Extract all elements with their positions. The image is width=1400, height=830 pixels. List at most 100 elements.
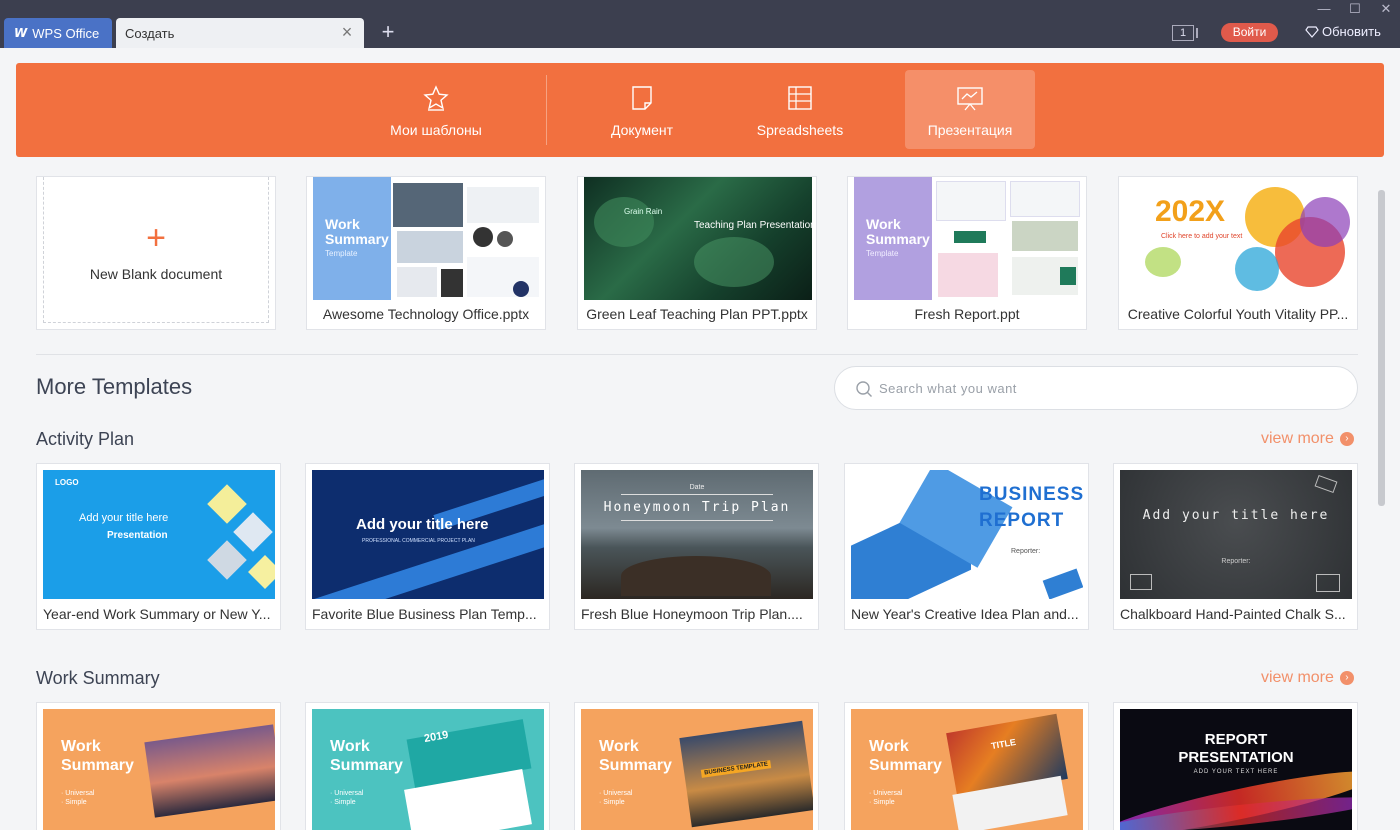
template-thumbnail: Work Summary Template	[313, 177, 541, 300]
recent-template-card[interactable]: Grain Rain Teaching Plan Presentation Gr…	[577, 176, 817, 330]
document-icon	[632, 86, 652, 110]
thumb-sub: Click here to add your text	[1161, 233, 1243, 240]
tab-create[interactable]: Создать ×	[116, 18, 364, 48]
template-thumbnail: BUSINESS REPORT Reporter:	[851, 470, 1083, 599]
category-presentation[interactable]: Презентация	[905, 70, 1035, 149]
thumb-sub: · Universal · Simple	[869, 790, 903, 806]
template-thumbnail: Work Summary · Universal · Simple	[43, 709, 275, 830]
login-button[interactable]: Войти	[1221, 23, 1278, 42]
template-card[interactable]: Add your title here Reporter: Chalkboard…	[1113, 463, 1358, 630]
search-icon	[856, 381, 872, 397]
template-thumbnail: 202X Click here to add your text	[1125, 177, 1353, 300]
minimize-icon[interactable]: —	[1309, 0, 1339, 18]
search-input[interactable]	[879, 377, 1339, 399]
recent-template-card[interactable]: Work Summary Template Fresh Report.ppt	[847, 176, 1087, 330]
plus-icon: +	[146, 219, 166, 257]
template-thumbnail: Work Summary · Universal · Simple 2019	[312, 709, 544, 830]
thumb-title: Work Summary	[866, 216, 930, 247]
thumb-sub: ADD YOUR TEXT HERE	[1193, 769, 1279, 775]
category-divider	[546, 75, 547, 145]
template-card[interactable]: Work Summary · Universal · Simple	[36, 702, 281, 830]
template-card[interactable]: LOGO Add your title here Presentation Ye…	[36, 463, 281, 630]
recent-template-card[interactable]: 202X Click here to add your text Creativ…	[1118, 176, 1358, 330]
thumb-sub: Reporter:	[1221, 558, 1251, 565]
recent-template-card[interactable]: Work Summary Template Awesome Technology…	[306, 176, 546, 330]
template-thumbnail: Work Summary · Universal · Simple BUSINE…	[581, 709, 813, 830]
category-spreadsheets[interactable]: Spreadsheets	[735, 70, 865, 149]
tab-label: Создать	[125, 25, 175, 41]
template-card[interactable]: BUSINESS REPORT Reporter: New Year's Cre…	[844, 463, 1089, 630]
presentation-icon	[957, 87, 983, 111]
content-area: + New Blank document Work Summary Templa…	[0, 170, 1390, 830]
thumb-title: Work Summary	[61, 738, 134, 774]
window-close-icon[interactable]: ✕	[1371, 0, 1400, 18]
template-caption: Green Leaf Teaching Plan PPT.pptx	[586, 306, 808, 322]
diamond-icon	[1305, 25, 1319, 38]
view-more-activity-plan[interactable]: view more ›	[1261, 430, 1354, 448]
section-divider	[36, 354, 1358, 355]
thumb-title: Add your title here	[356, 516, 489, 533]
template-thumbnail: Date Honeymoon Trip Plan	[581, 470, 813, 599]
wps-logo-icon: W	[14, 26, 28, 40]
thumb-logo: LOGO	[55, 478, 79, 487]
thumb-sub: Template	[325, 249, 358, 258]
template-caption: Chalkboard Hand-Painted Chalk S...	[1120, 606, 1346, 622]
template-card[interactable]: Work Summary · Universal · Simple 2019	[305, 702, 550, 830]
template-card[interactable]: Add your title here PROFESSIONAL COMMERC…	[305, 463, 550, 630]
template-thumbnail: LOGO Add your title here Presentation	[43, 470, 275, 599]
thumb-title: Teaching Plan Presentation	[694, 220, 812, 231]
tab-wps-office[interactable]: W WPS Office	[4, 18, 112, 48]
update-button[interactable]: Обновить	[1305, 24, 1381, 39]
more-templates-title: More Templates	[36, 374, 193, 399]
template-thumbnail: Work Summary · Universal · Simple TITLE	[851, 709, 1083, 830]
template-caption: Awesome Technology Office.pptx	[322, 306, 530, 322]
thumb-title: Work Summary	[325, 216, 389, 247]
blank-label: New Blank document	[89, 266, 223, 282]
thumb-sub: · Universal · Simple	[61, 790, 95, 806]
template-caption: Fresh Blue Honeymoon Trip Plan....	[581, 606, 803, 622]
star-icon	[423, 85, 449, 111]
section-title-work-summary: Work Summary	[36, 668, 160, 688]
category-label: Мои шаблоны	[390, 122, 482, 138]
close-tab-icon[interactable]: ×	[338, 23, 356, 41]
template-caption: Favorite Blue Business Plan Temp...	[312, 606, 537, 622]
template-card[interactable]: Work Summary · Universal · Simple TITLE	[844, 702, 1089, 830]
category-label: Презентация	[927, 122, 1013, 138]
template-card[interactable]: REPORT PRESENTATION ADD YOUR TEXT HERE	[1113, 702, 1358, 830]
new-blank-document-card[interactable]: + New Blank document	[36, 176, 276, 330]
thumb-title: Work Summary	[330, 738, 403, 774]
thumb-title: BUSINESS REPORT	[979, 484, 1083, 531]
template-caption: New Year's Creative Idea Plan and...	[851, 606, 1079, 622]
template-card[interactable]: Work Summary · Universal · Simple BUSINE…	[574, 702, 819, 830]
thumb-title: REPORT PRESENTATION	[1178, 731, 1294, 766]
template-thumbnail: Grain Rain Teaching Plan Presentation	[584, 177, 812, 300]
view-more-work-summary[interactable]: view more ›	[1261, 669, 1354, 687]
section-title-activity-plan: Activity Plan	[36, 429, 135, 449]
view-more-label: view more	[1261, 430, 1334, 447]
spreadsheet-icon	[788, 86, 812, 110]
template-card[interactable]: Date Honeymoon Trip Plan Fresh Blue Hone…	[574, 463, 819, 630]
template-caption: Creative Colorful Youth Vitality PP...	[1127, 306, 1349, 322]
view-more-label: view more	[1261, 669, 1334, 686]
arrow-right-icon: ›	[1339, 432, 1354, 446]
category-my-templates[interactable]: Мои шаблоны	[371, 70, 501, 149]
template-thumbnail: REPORT PRESENTATION ADD YOUR TEXT HERE	[1120, 709, 1352, 830]
template-caption: Year-end Work Summary or New Y...	[43, 606, 271, 622]
notification-count-badge[interactable]: 1	[1172, 25, 1198, 41]
template-search[interactable]	[834, 366, 1358, 410]
thumb-title: Work Summary	[869, 738, 942, 774]
thumb-sub: Date	[689, 484, 705, 491]
tab-label: WPS Office	[32, 25, 100, 41]
thumb-title: Honeymoon Trip Plan	[603, 500, 791, 515]
template-thumbnail: Add your title here Reporter:	[1120, 470, 1352, 599]
category-label: Документ	[610, 122, 674, 138]
arrow-right-icon: ›	[1339, 671, 1354, 685]
template-caption: Fresh Report.ppt	[914, 306, 1020, 322]
template-thumbnail: Add your title here PROFESSIONAL COMMERC…	[312, 470, 544, 599]
maximize-icon[interactable]: ☐	[1340, 0, 1370, 18]
category-bar: Мои шаблоны Документ Spreadsheets Презен…	[16, 63, 1384, 157]
new-tab-button[interactable]: +	[378, 20, 398, 44]
category-document[interactable]: Документ	[577, 70, 707, 149]
thumb-title: Add your title here	[1142, 508, 1330, 523]
thumb-sub: · Universal · Simple	[599, 790, 633, 806]
